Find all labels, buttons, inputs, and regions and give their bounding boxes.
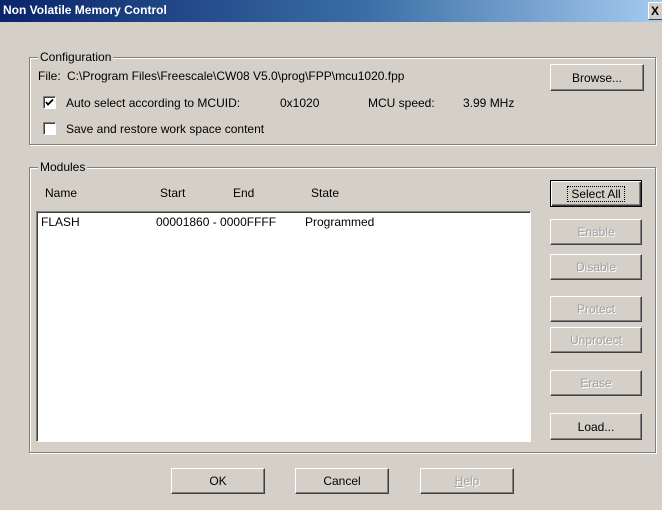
auto-select-label: Auto select according to MCUID:	[66, 96, 241, 110]
mcu-speed-value: 3.99 MHz	[463, 96, 515, 110]
module-name: FLASH	[41, 215, 80, 229]
help-label: Help	[454, 474, 480, 488]
mcuid-value: 0x1020	[280, 96, 320, 110]
configuration-legend: Configuration	[38, 50, 114, 64]
erase-button[interactable]: Erase	[550, 370, 642, 396]
modules-list[interactable]: FLASH 00001860 - 0000FFFF Programmed	[36, 211, 531, 442]
disable-button[interactable]: Disable	[550, 254, 642, 280]
browse-button[interactable]: Browse...	[550, 64, 644, 91]
nvm-control-dialog: Non Volatile Memory Control X Configurat…	[0, 0, 662, 510]
mcu-speed-label: MCU speed:	[368, 96, 435, 110]
module-state: Programmed	[305, 215, 375, 229]
cancel-button[interactable]: Cancel	[295, 468, 389, 494]
column-header-state: State	[311, 186, 340, 200]
load-button[interactable]: Load...	[550, 413, 642, 440]
file-path: C:\Program Files\Freescale\CW08 V5.0\pro…	[67, 69, 405, 83]
close-button[interactable]: X	[648, 2, 662, 20]
file-label: File:	[38, 69, 61, 83]
modules-legend: Modules	[38, 160, 88, 174]
column-header-end: End	[233, 186, 255, 200]
list-item[interactable]: FLASH 00001860 - 0000FFFF Programmed	[39, 214, 527, 230]
unprotect-button[interactable]: Unprotect	[550, 327, 642, 353]
save-restore-label: Save and restore work space content	[66, 122, 265, 136]
protect-button[interactable]: Protect	[550, 296, 642, 322]
help-button[interactable]: Help	[420, 468, 514, 494]
save-restore-checkbox[interactable]	[43, 122, 56, 135]
column-header-name: Name	[45, 186, 78, 200]
auto-select-checkbox[interactable]	[43, 96, 56, 109]
window-title: Non Volatile Memory Control	[3, 3, 167, 17]
module-range: 00001860 - 0000FFFF	[156, 215, 277, 229]
title-bar[interactable]: Non Volatile Memory Control X	[0, 0, 662, 22]
enable-button[interactable]: Enable	[550, 219, 642, 245]
close-icon: X	[651, 4, 660, 18]
checkmark-icon	[45, 98, 54, 106]
ok-button[interactable]: OK	[171, 468, 265, 494]
select-all-label: Select All	[567, 185, 625, 202]
select-all-button[interactable]: Select All	[550, 180, 642, 207]
column-header-start: Start	[160, 186, 186, 200]
